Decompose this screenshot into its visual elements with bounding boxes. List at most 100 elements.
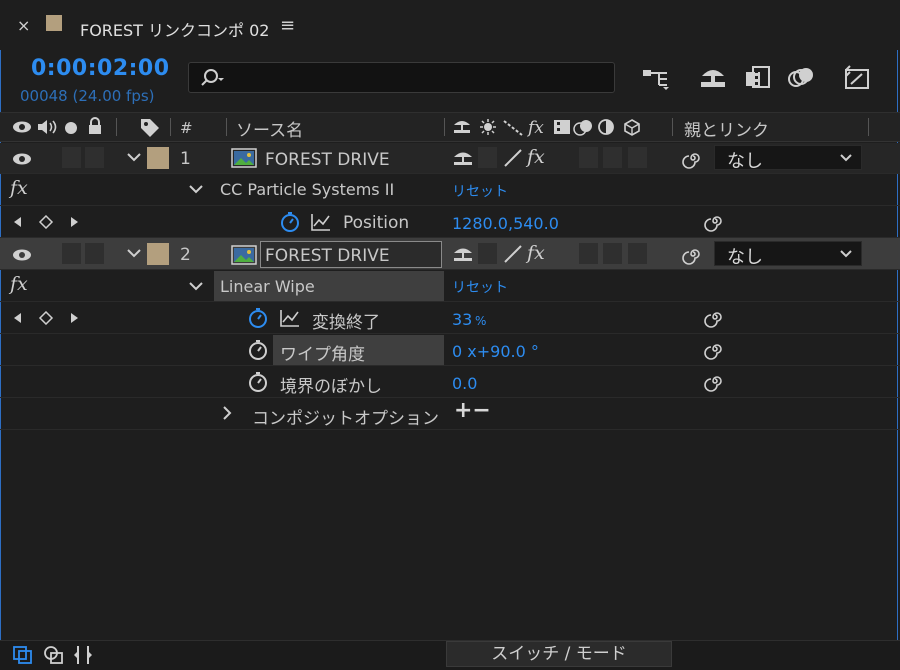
graph-icon[interactable] xyxy=(310,212,332,232)
current-time-display[interactable]: 0:00:02:00 xyxy=(31,56,170,81)
svg-text:fx: fx xyxy=(526,118,544,137)
layer-2-label-swatch[interactable] xyxy=(147,243,169,265)
composition-flowchart-icon[interactable] xyxy=(641,64,671,92)
layer-1-name[interactable]: FOREST DRIVE xyxy=(265,150,390,170)
layer-2-expand-chevron-icon[interactable] xyxy=(127,249,141,259)
layer-2-shy-icon[interactable] xyxy=(452,244,474,264)
solo-icon[interactable] xyxy=(64,121,78,135)
composite-options-label[interactable]: コンポジットオプション xyxy=(252,404,439,429)
effect-fx-toggle-icon[interactable]: fx xyxy=(10,273,28,295)
layer-1-label-swatch[interactable] xyxy=(147,147,169,169)
effect-wipe-reset-link[interactable]: リセット xyxy=(452,277,508,297)
layer-1-shy-icon[interactable] xyxy=(452,148,474,168)
header-separator xyxy=(444,118,445,136)
column-parent-link[interactable]: 親とリンク xyxy=(684,116,769,141)
property-position-value[interactable]: 1280.0,540.0 xyxy=(452,214,559,233)
layer-2-solo-toggle[interactable] xyxy=(62,243,81,264)
property-feather-value[interactable]: 0.0 xyxy=(452,374,477,393)
layer-1-effect-fx-icon[interactable]: fx xyxy=(527,146,545,168)
stopwatch-icon[interactable] xyxy=(247,339,269,361)
graph-icon[interactable] xyxy=(279,308,301,328)
header-separator xyxy=(226,118,227,136)
column-number[interactable]: # xyxy=(180,119,193,137)
layer-2-name[interactable]: FOREST DRIVE xyxy=(265,246,390,266)
stopwatch-icon[interactable] xyxy=(247,371,269,393)
panel-menu-icon[interactable]: ≡ xyxy=(280,15,295,36)
label-tag-icon[interactable] xyxy=(139,117,161,137)
property-feather-pickwhip-icon[interactable] xyxy=(704,370,726,392)
frame-blending-icon[interactable] xyxy=(743,64,773,92)
tab-label-swatch xyxy=(46,15,62,31)
in-out-toggle-icon[interactable] xyxy=(72,644,94,666)
motion-blur-icon[interactable] xyxy=(786,64,816,92)
draft-3d-icon[interactable] xyxy=(698,64,728,92)
layer-1-collapse-toggle[interactable] xyxy=(478,147,497,168)
property-position-name: Position xyxy=(343,213,410,233)
layer-1-frame-blend-toggle[interactable] xyxy=(579,147,598,168)
layer-1-pickwhip-icon[interactable] xyxy=(682,147,704,169)
layer-2-frame-blend-toggle[interactable] xyxy=(579,243,598,264)
layer-2-collapse-toggle[interactable] xyxy=(478,243,497,264)
keyframe-navigator[interactable] xyxy=(12,215,82,229)
layer-1-motion-blur-toggle[interactable] xyxy=(603,147,622,168)
layer-1-footage-icon xyxy=(231,148,257,168)
switches-modes-toggle-button[interactable]: スイッチ / モード xyxy=(446,641,672,667)
stopwatch-icon[interactable] xyxy=(279,211,301,233)
effect-particle-reset-link[interactable]: リセット xyxy=(452,181,508,201)
property-transition-pickwhip-icon[interactable] xyxy=(704,306,726,328)
property-row-composite-options xyxy=(0,398,900,430)
layer-2-number: 2 xyxy=(180,245,191,265)
layer-1-expand-chevron-icon[interactable] xyxy=(127,153,141,163)
layer-1-number: 1 xyxy=(180,149,191,169)
property-wipe-angle-pickwhip-icon[interactable] xyxy=(704,338,726,360)
layer-2-motion-blur-toggle[interactable] xyxy=(603,243,622,264)
layer-2-parent-dropdown[interactable]: なし xyxy=(714,241,862,268)
property-wipe-angle-name: ワイプ角度 xyxy=(280,345,365,365)
layer-2-effect-fx-icon[interactable]: fx xyxy=(527,242,545,264)
property-position-pickwhip-icon[interactable] xyxy=(704,210,726,232)
header-separator xyxy=(170,118,171,136)
search-icon xyxy=(199,68,225,88)
chevron-down-icon xyxy=(839,146,853,168)
property-wipe-angle-value[interactable]: 0 x+90.0 ° xyxy=(452,342,539,361)
property-transition-completion-name: 変換終了 xyxy=(312,313,380,333)
stopwatch-icon[interactable] xyxy=(247,307,269,329)
layer-1-parent-dropdown[interactable]: なし xyxy=(714,145,862,172)
search-field[interactable] xyxy=(188,62,615,93)
property-feather-name: 境界のぼかし xyxy=(280,377,382,397)
audio-icon[interactable] xyxy=(36,118,58,136)
property-row-position xyxy=(0,206,900,238)
header-separator xyxy=(672,118,673,136)
column-source-name[interactable]: ソース名 xyxy=(236,116,303,141)
effect-row-linear-wipe xyxy=(0,270,900,302)
eye-icon[interactable] xyxy=(12,119,32,135)
layer-1-adjustment-toggle[interactable] xyxy=(628,147,647,168)
effect-particle-expand-chevron-icon[interactable] xyxy=(189,185,203,195)
layer-2-lock-toggle[interactable] xyxy=(85,243,104,264)
tab-title[interactable]: FOREST リンクコンポ 02 xyxy=(80,17,270,41)
layer-switches-toggle-icon[interactable] xyxy=(12,645,34,665)
layer-2-quality-icon[interactable] xyxy=(502,243,524,265)
layer-1-solo-toggle[interactable] xyxy=(62,147,81,168)
effect-fx-toggle-icon[interactable]: fx xyxy=(10,177,28,199)
layer-1-quality-icon[interactable] xyxy=(502,147,524,169)
layer-2-pickwhip-icon[interactable] xyxy=(682,243,704,265)
layer-2-footage-icon xyxy=(231,245,257,265)
effect-particle-name[interactable]: CC Particle Systems II xyxy=(220,180,394,199)
keyframe-navigator[interactable] xyxy=(12,311,82,325)
layer-1-lock-toggle[interactable] xyxy=(85,147,104,168)
composite-add-remove-buttons[interactable]: +− xyxy=(454,398,491,423)
effect-wipe-name[interactable]: Linear Wipe xyxy=(220,277,315,296)
effect-wipe-expand-chevron-icon[interactable] xyxy=(189,282,203,292)
layer-2-visibility-eye-icon[interactable] xyxy=(12,247,32,263)
graph-editor-icon[interactable] xyxy=(842,64,872,92)
property-row-transition-completion xyxy=(0,302,900,334)
chevron-down-icon xyxy=(839,242,853,264)
layer-2-adjustment-toggle[interactable] xyxy=(628,243,647,264)
layer-1-visibility-eye-icon[interactable] xyxy=(12,151,32,167)
tab-close-button[interactable]: × xyxy=(17,16,30,35)
property-transition-completion-value[interactable]: 33 xyxy=(452,310,472,329)
lock-icon[interactable] xyxy=(87,117,103,135)
composite-expand-chevron-right-icon[interactable] xyxy=(222,406,232,420)
transfer-controls-toggle-icon[interactable] xyxy=(43,645,65,665)
